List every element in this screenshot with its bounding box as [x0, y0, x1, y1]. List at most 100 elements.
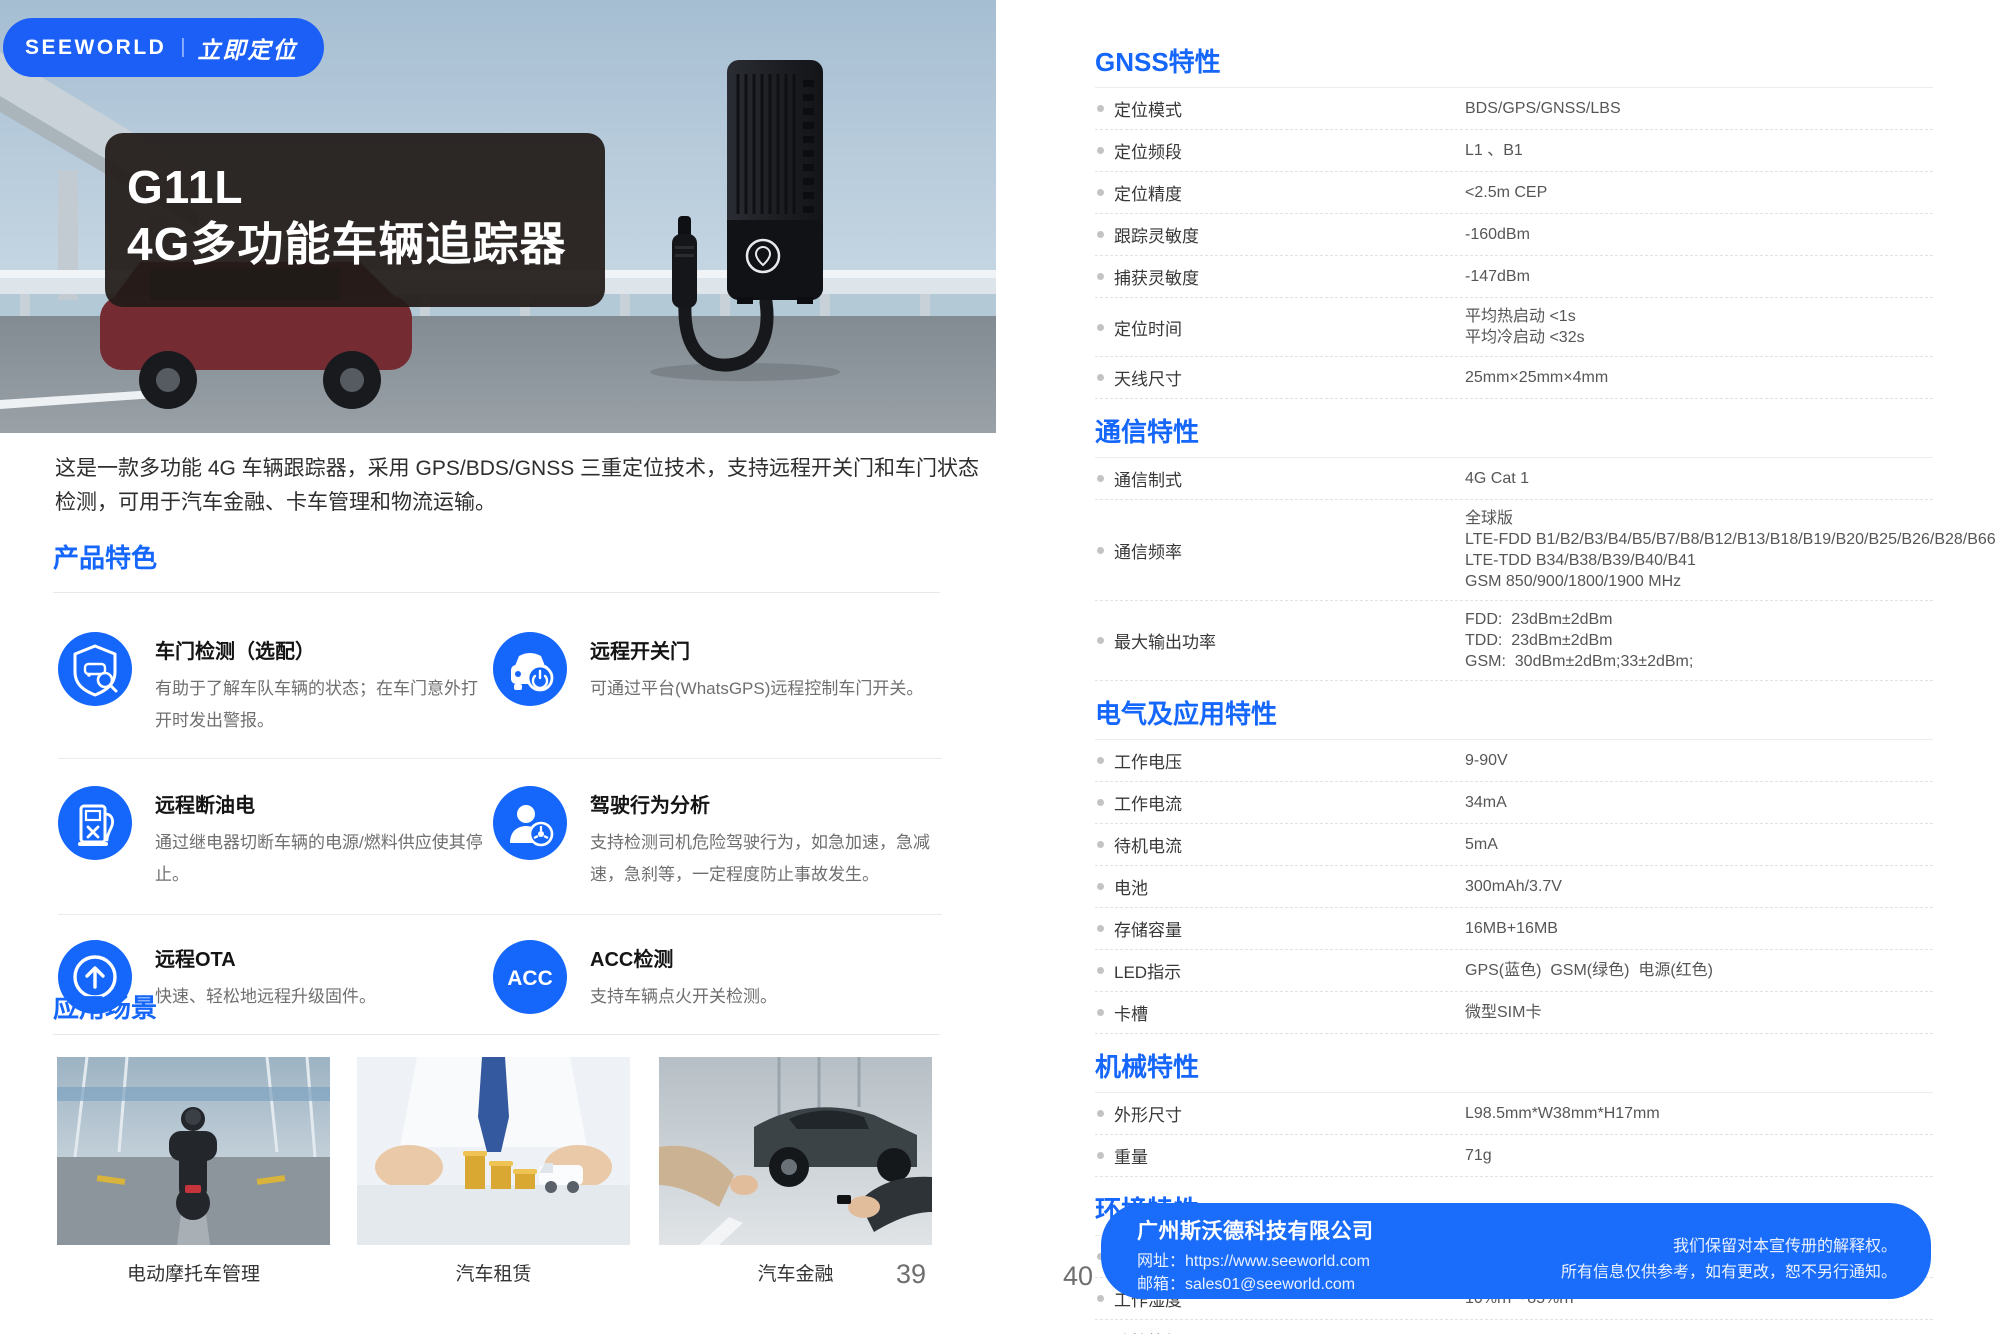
brand-logo-text: SEEWORLD: [25, 36, 166, 60]
spec-section: 通信特性 通信制式 4G Cat 1 通信频率 全球版LTE-FDD B1/B2…: [1095, 417, 1933, 681]
feature-driver-behavior: 驾驶行为分析 支持检测司机危险驾驶行为，如急加速，急减速，急刹等，一定程度防止事…: [493, 786, 942, 891]
door-detect-shield-icon: [58, 632, 132, 706]
spec-section: GNSS特性 定位模式 BDS/GPS/GNSS/LBS 定位频段 L1 、B1…: [1095, 47, 1933, 399]
features-heading: 产品特色: [53, 543, 157, 573]
spec-label: 待机电流: [1114, 832, 1182, 857]
spec-rows: 定位模式 BDS/GPS/GNSS/LBS 定位频段 L1 、B1 定位精度 <…: [1095, 88, 1933, 399]
spec-label: LED指示: [1114, 958, 1181, 983]
spec-row: 工作电流 34mA: [1095, 782, 1933, 824]
feature-title: ACC检测: [590, 943, 935, 972]
spec-label: 工作电流: [1114, 790, 1182, 815]
driver-behavior-icon: [493, 786, 567, 860]
feature-row: 车门检测（选配） 有助于了解车队车辆的状态；在车门意外打开时发出警报。: [58, 608, 942, 759]
product-model: G11L: [127, 159, 605, 216]
spec-label: 卡槽: [1114, 1000, 1148, 1025]
spec-label: 工作电压: [1114, 748, 1182, 773]
spec-rows: 工作电压 9-90V 工作电流 34mA 待机电流 5mA 电池 300m: [1095, 740, 1933, 1034]
intro-line-2: 检测，可用于汽车金融、卡车管理和物流运输。: [55, 486, 955, 520]
spec-label: 跟踪灵敏度: [1114, 222, 1199, 247]
bullet-icon: [1097, 105, 1104, 112]
feature-title: 驾驶行为分析: [590, 789, 935, 818]
spec-label: 通信频率: [1114, 538, 1182, 563]
spec-value: 300mAh/3.7V: [1465, 876, 1562, 897]
scenarios-heading: 应用场景: [53, 993, 157, 1023]
spec-row: 存储容量 16MB+16MB: [1095, 908, 1933, 950]
scenario-label: 汽车金融: [659, 1259, 932, 1286]
spec-section-title: 机械特性: [1095, 1052, 1933, 1093]
scenario-photo-motorcycle: [57, 1057, 330, 1245]
spec-value: 平均热启动 <1s平均冷启动 <32s: [1465, 306, 1585, 348]
feature-desc: 可通过平台(WhatsGPS)远程控制车门开关。: [590, 673, 935, 705]
specs-column: GNSS特性 定位模式 BDS/GPS/GNSS/LBS 定位频段 L1 、B1…: [1095, 47, 1933, 1334]
spec-row: 定位频段 L1 、B1: [1095, 130, 1933, 172]
features-divider: [53, 592, 940, 593]
spec-row: 通信制式 4G Cat 1: [1095, 458, 1933, 500]
spec-row: 天线尺寸 25mm×25mm×4mm: [1095, 357, 1933, 399]
spec-value: <2.5m CEP: [1465, 182, 1547, 203]
scenario-label: 电动摩托车管理: [57, 1259, 330, 1286]
spec-value: -160dBm: [1465, 224, 1530, 245]
spec-value: L1 、B1: [1465, 140, 1523, 161]
spec-row: 跟踪灵敏度 -160dBm: [1095, 214, 1933, 256]
email-label: 邮箱：: [1137, 1276, 1185, 1293]
spec-value: 微型SIM卡: [1465, 1002, 1541, 1023]
bullet-icon: [1097, 1110, 1104, 1117]
product-intro: 这是一款多功能 4G 车辆跟踪器，采用 GPS/BDS/GNSS 三重定位技术，…: [55, 452, 955, 520]
disclaimer-line-1: 我们保留对本宣传册的解释权。: [1561, 1234, 1897, 1260]
bullet-icon: [1097, 637, 1104, 644]
spec-value: L98.5mm*W38mm*H17mm: [1465, 1103, 1660, 1124]
website-label: 网址：: [1137, 1253, 1185, 1270]
hero-banner: SEEWORLD | 立即定位 G11L 4G多功能车辆追踪器: [0, 0, 996, 433]
brand-logo-tagline: 立即定位: [198, 31, 298, 65]
scenario-photo-rental: [357, 1057, 630, 1245]
spec-value: 全球版LTE-FDD B1/B2/B3/B4/B5/B7/B8/B12/B13/…: [1465, 508, 1996, 592]
footer-disclaimer: 我们保留对本宣传册的解释权。 所有信息仅供参考，如有更改，恕不另行通知。: [1561, 1234, 1897, 1286]
bullet-icon: [1097, 925, 1104, 932]
feature-door-detect: 车门检测（选配） 有助于了解车队车辆的状态；在车门意外打开时发出警报。: [58, 632, 493, 737]
spec-label: 定位频段: [1114, 138, 1182, 163]
bullet-icon: [1097, 475, 1104, 482]
bullet-icon: [1097, 1152, 1104, 1159]
feature-title: 远程OTA: [155, 943, 493, 972]
spec-row: 待机电流 5mA: [1095, 824, 1933, 866]
spec-value: 16MB+16MB: [1465, 918, 1558, 939]
feature-desc: 支持检测司机危险驾驶行为，如急加速，急减速，急刹等，一定程度防止事故发生。: [590, 827, 935, 891]
spec-row: 定位精度 <2.5m CEP: [1095, 172, 1933, 214]
page-number-left: 39: [896, 1259, 926, 1290]
spec-row: 电池 300mAh/3.7V: [1095, 866, 1933, 908]
spec-label: 防护等级: [1114, 1328, 1182, 1334]
bullet-icon: [1097, 799, 1104, 806]
brochure-spread: SEEWORLD | 立即定位 G11L 4G多功能车辆追踪器 这是一款多功能 …: [0, 0, 2000, 1334]
feature-row: 远程断油电 通过继电器切断车辆的电源/燃料供应使其停止。: [58, 759, 942, 915]
spec-value: 25mm×25mm×4mm: [1465, 367, 1608, 388]
spec-row: 外形尺寸 L98.5mm*W38mm*H17mm: [1095, 1093, 1933, 1135]
feature-title: 车门检测（选配）: [155, 635, 493, 664]
spec-value: 71g: [1465, 1145, 1492, 1166]
spec-section-title: 电气及应用特性: [1095, 699, 1933, 740]
feature-title: 远程断油电: [155, 789, 493, 818]
bullet-icon: [1097, 147, 1104, 154]
website-link[interactable]: https://www.seeworld.com: [1185, 1253, 1370, 1270]
car-key: [837, 1195, 851, 1204]
feature-desc: 有助于了解车队车辆的状态；在车门意外打开时发出警报。: [155, 673, 493, 737]
scenarios-divider: [53, 1034, 940, 1035]
feature-title: 远程开关门: [590, 635, 935, 664]
page-number-right: 40: [1063, 1261, 1093, 1292]
bullet-icon: [1097, 189, 1104, 196]
email-link[interactable]: sales01@seeworld.com: [1185, 1276, 1355, 1293]
bullet-icon: [1097, 273, 1104, 280]
spec-value: FDD: 23dBm±2dBmTDD: 23dBm±2dBmGSM: 30dBm…: [1465, 609, 1693, 672]
intro-line-1: 这是一款多功能 4G 车辆跟踪器，采用 GPS/BDS/GNSS 三重定位技术，…: [55, 452, 955, 486]
brand-logo-divider: |: [180, 36, 185, 59]
spec-label: 存储容量: [1114, 916, 1182, 941]
email-line: 邮箱：sales01@seeworld.com: [1137, 1273, 1374, 1296]
scenario-label: 汽车租赁: [357, 1259, 630, 1286]
spec-label: 天线尺寸: [1114, 365, 1182, 390]
spec-row: LED指示 GPS(蓝色) GSM(绿色) 电源(红色): [1095, 950, 1933, 992]
spec-row: 通信频率 全球版LTE-FDD B1/B2/B3/B4/B5/B7/B8/B12…: [1095, 500, 1933, 601]
bullet-icon: [1097, 1295, 1104, 1302]
spec-row: 定位模式 BDS/GPS/GNSS/LBS: [1095, 88, 1933, 130]
spec-rows: 通信制式 4G Cat 1 通信频率 全球版LTE-FDD B1/B2/B3/B…: [1095, 458, 1933, 681]
feature-desc: 通过继电器切断车辆的电源/燃料供应使其停止。: [155, 827, 493, 891]
spec-value: 9-90V: [1465, 750, 1508, 771]
